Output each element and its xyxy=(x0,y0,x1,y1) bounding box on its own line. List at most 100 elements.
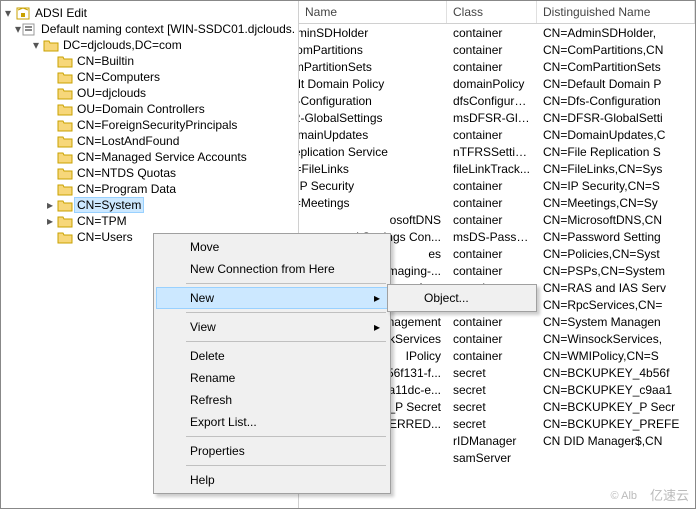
list-row[interactable]: CN=DomainUpdatescontainerCN=DomainUpdate… xyxy=(299,126,695,143)
menu-separator xyxy=(186,436,386,437)
tree-node-label: CN=NTDS Quotas xyxy=(75,166,178,180)
cell-name: CN=DFSR-GlobalSettings xyxy=(299,110,447,126)
cell-class: container xyxy=(447,179,537,193)
column-name[interactable]: Name xyxy=(299,1,447,23)
menu-item[interactable]: Object... xyxy=(390,287,534,309)
cell-dn: CN=WinsockServices, xyxy=(537,332,695,346)
folder-icon xyxy=(57,181,73,197)
menu-item[interactable]: New Connection from Here xyxy=(156,258,388,280)
menu-separator xyxy=(186,312,386,313)
folder-icon xyxy=(57,149,73,165)
cell-dn: CN DID Manager$,CN xyxy=(537,434,695,448)
folder-icon: CN=DomainUpdates xyxy=(305,127,321,143)
cell-dn: CN=RpcServices,CN= xyxy=(537,298,695,312)
tree-node-label: CN=TPM xyxy=(75,214,129,228)
cell-class: rIDManager xyxy=(447,434,537,448)
cell-name: osoftDNS xyxy=(299,213,447,227)
menu-item[interactable]: Rename xyxy=(156,367,388,389)
list-row[interactable]: CN=Dfs-ConfigurationdfsConfigurati...CN=… xyxy=(299,92,695,109)
submenu: Object... xyxy=(387,284,537,312)
folder-icon xyxy=(57,117,73,133)
menu-item[interactable]: Help xyxy=(156,469,388,491)
expander-icon[interactable]: ▸ xyxy=(43,214,57,228)
menu-separator xyxy=(186,341,386,342)
cell-class: samServer xyxy=(447,451,537,465)
tree-node[interactable]: ▸ CN=System xyxy=(1,197,298,213)
column-dn[interactable]: Distinguished Name xyxy=(537,1,695,23)
expander-icon[interactable]: ▾ xyxy=(29,38,43,52)
list-row[interactable]: CN=Default Domain PolicydomainPolicyCN=D… xyxy=(299,75,695,92)
tree-node-label: OU=djclouds xyxy=(75,86,148,100)
expander-icon[interactable]: ▾ xyxy=(1,6,15,20)
tree-node-label: CN=Builtin xyxy=(75,54,136,68)
cell-dn: CN=AdminSDHolder, xyxy=(537,26,695,40)
list-row[interactable]: CN=MeetingscontainerCN=Meetings,CN=Sy xyxy=(299,194,695,211)
list-row[interactable]: CN=ComPartitionSetscontainerCN=ComPartit… xyxy=(299,58,695,75)
cell-class: container xyxy=(447,332,537,346)
tree-node[interactable]: CN=NTDS Quotas xyxy=(1,165,298,181)
tree-node-label: CN=ForeignSecurityPrincipals xyxy=(75,118,239,132)
cell-class: container xyxy=(447,247,537,261)
cell-class: container xyxy=(447,315,537,329)
menu-item[interactable]: New▸Object... xyxy=(156,287,388,309)
tree-node-label: CN=Users xyxy=(75,230,135,244)
tree-node[interactable]: CN=LostAndFound xyxy=(1,133,298,149)
cell-class: container xyxy=(447,43,537,57)
folder-icon xyxy=(57,229,73,245)
tree-node[interactable]: CN=Builtin xyxy=(1,53,298,69)
menu-item[interactable]: Refresh xyxy=(156,389,388,411)
cell-class: msDS-Passw... xyxy=(447,230,537,244)
tree-node-label: CN=Managed Service Accounts xyxy=(75,150,249,164)
cell-class: container xyxy=(447,213,537,227)
tree-node[interactable]: ▸ CN=TPM xyxy=(1,213,298,229)
tree-root-label: ADSI Edit xyxy=(33,6,89,20)
cell-name: CN=File Replication Service xyxy=(299,144,447,160)
tree-node[interactable]: OU=djclouds xyxy=(1,85,298,101)
menu-item[interactable]: View▸ xyxy=(156,316,388,338)
menu-item[interactable]: Delete xyxy=(156,345,388,367)
cell-dn: CN=DomainUpdates,C xyxy=(537,128,695,142)
cell-dn: CN=PSPs,CN=System xyxy=(537,264,695,278)
cell-class: fileLinkTrack... xyxy=(447,162,537,176)
tree-node-label: CN=System xyxy=(75,198,143,212)
watermark-alb: © Alb xyxy=(611,490,637,502)
cell-name: CN=Default Domain Policy xyxy=(299,76,447,92)
list-row[interactable]: osoftDNScontainerCN=MicrosoftDNS,CN xyxy=(299,211,695,228)
tree-dc[interactable]: ▾ DC=djclouds,DC=com xyxy=(1,37,298,53)
menu-item[interactable]: Move xyxy=(156,236,388,258)
tree-node[interactable]: OU=Domain Controllers xyxy=(1,101,298,117)
menu-item[interactable]: Properties xyxy=(156,440,388,462)
tree-node[interactable]: CN=Managed Service Accounts xyxy=(1,149,298,165)
column-class[interactable]: Class xyxy=(447,1,537,23)
cell-name: CN=ComPartitionSets xyxy=(299,59,447,75)
cell-name: CN=ComPartitions xyxy=(299,42,447,58)
cell-name: CN=AdminSDHolder xyxy=(299,25,447,41)
list-row[interactable]: CN=AdminSDHoldercontainerCN=AdminSDHolde… xyxy=(299,24,695,41)
cell-class: container xyxy=(447,349,537,363)
tree-node[interactable]: CN=Computers xyxy=(1,69,298,85)
menu-item[interactable]: Export List... xyxy=(156,411,388,433)
tree-node-label: OU=Domain Controllers xyxy=(75,102,207,116)
cell-dn: CN=Policies,CN=Syst xyxy=(537,247,695,261)
cell-class: dfsConfigurati... xyxy=(447,94,537,108)
tree-node[interactable]: CN=Program Data xyxy=(1,181,298,197)
list-row[interactable]: CN=DFSR-GlobalSettingsmsDFSR-Glo...CN=DF… xyxy=(299,109,695,126)
folder-icon: CN=DFSR-GlobalSettings xyxy=(305,110,321,126)
tree-node[interactable]: CN=ForeignSecurityPrincipals xyxy=(1,117,298,133)
cell-class: secret xyxy=(447,383,537,397)
list-row[interactable]: CN=ComPartitionscontainerCN=ComPartition… xyxy=(299,41,695,58)
list-row[interactable]: CN=FileLinksfileLinkTrack...CN=FileLinks… xyxy=(299,160,695,177)
tree-naming-context[interactable]: ▾ Default naming context [WIN-SSDC01.djc… xyxy=(1,21,298,37)
adsi-root-icon xyxy=(15,5,31,21)
cell-name: CN=FileLinks xyxy=(299,161,447,177)
cell-dn: CN=ComPartitions,CN xyxy=(537,43,695,57)
expander-icon[interactable]: ▸ xyxy=(43,198,57,212)
list-row[interactable]: CN=File Replication ServicenTFRSSettings… xyxy=(299,143,695,160)
tree-root[interactable]: ▾ ADSI Edit xyxy=(1,5,298,21)
cell-dn: CN=Dfs-Configuration xyxy=(537,94,695,108)
folder-icon: CN=IP Security xyxy=(305,178,321,194)
tree-node-label: CN=LostAndFound xyxy=(75,134,181,148)
cell-class: domainPolicy xyxy=(447,77,537,91)
cell-class: container xyxy=(447,264,537,278)
list-row[interactable]: CN=IP SecuritycontainerCN=IP Security,CN… xyxy=(299,177,695,194)
